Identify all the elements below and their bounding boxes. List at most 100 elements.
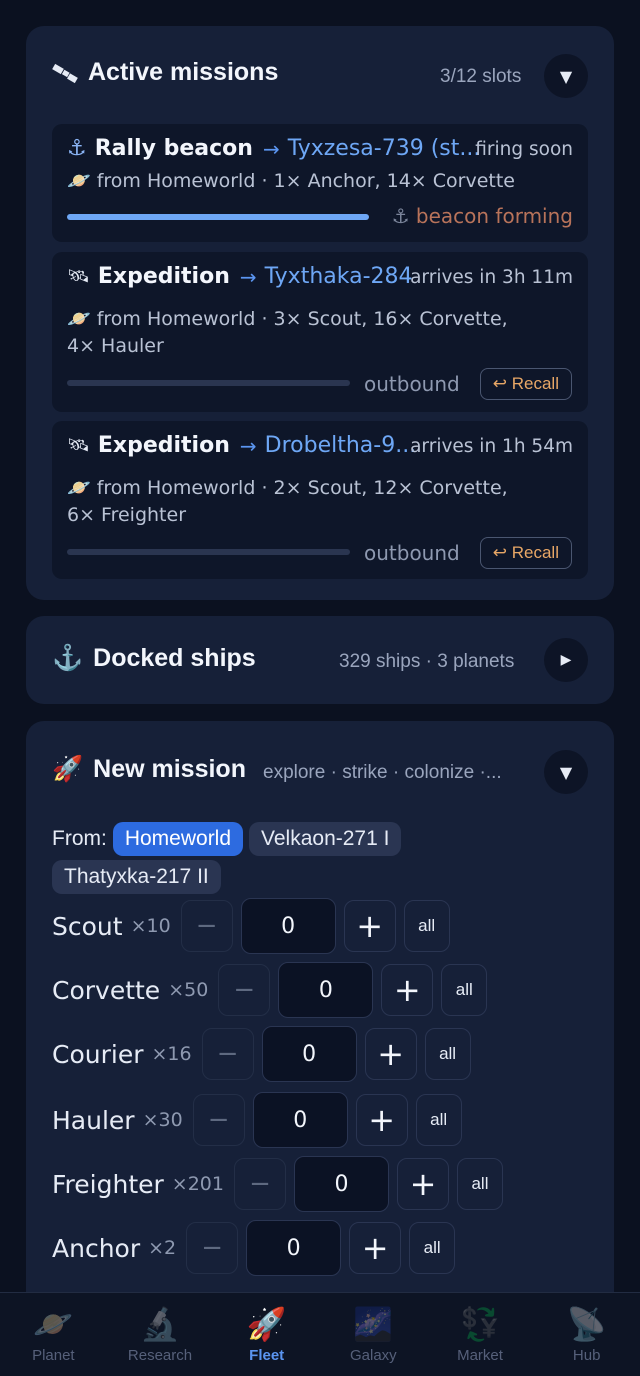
mission-detail: 🪐 from Homeworld · 2× Scout, 12× Corvett…	[67, 475, 538, 529]
rocket-icon: 🚀	[52, 755, 84, 783]
mission-item-expedition[interactable]: 🛰 Expedition → Drobeltha-9... arrives in…	[52, 421, 588, 579]
tab-research[interactable]: 🔬 Research	[107, 1293, 214, 1376]
mission-target-link[interactable]: Tyxzesa-739 (st...	[288, 136, 481, 161]
ship-quantity-input[interactable]: 0	[246, 1220, 342, 1276]
card-title-text: Docked ships	[93, 644, 256, 672]
mission-title: ⚓ Rally beacon → Tyxzesa-739 (st...	[67, 136, 480, 161]
mission-target-link[interactable]: Tyxthaka-284	[265, 264, 413, 289]
mission-detail-text: from Homeworld · 3× Scout, 16× Corvette,…	[67, 308, 508, 357]
decrement-button[interactable]: −	[192, 1094, 245, 1146]
origin-chip-thatyxka[interactable]: Thatyxka-217 II	[52, 860, 221, 894]
docked-ships-card[interactable]: ⚓ Docked ships 329 ships · 3 planets ▶	[26, 616, 614, 704]
ship-quantity-input[interactable]: 0	[261, 1026, 357, 1082]
ship-available-count: ×10	[130, 915, 171, 937]
mission-detail: 🪐 from Homeworld · 1× Anchor, 14× Corvet…	[67, 168, 573, 195]
increment-button[interactable]: +	[343, 900, 396, 952]
ship-name: Hauler	[52, 1105, 135, 1135]
ship-name: Corvette	[52, 975, 161, 1005]
ship-quantity-input[interactable]: 0	[278, 962, 374, 1018]
select-all-button[interactable]: all	[441, 964, 488, 1016]
bottom-tab-bar: 🪐 Planet 🔬 Research 🚀 Fleet 🌌 Galaxy 💱 M…	[0, 1292, 640, 1376]
card-title-text: Active missions	[88, 58, 279, 86]
mission-progress-fill	[67, 214, 369, 220]
arrow-right-icon: →	[262, 136, 280, 161]
satellite-icon: 🛰	[67, 266, 90, 287]
mission-target-link[interactable]: Drobeltha-9...	[265, 433, 417, 458]
ship-quantity-input[interactable]: 0	[252, 1092, 348, 1148]
decrement-button[interactable]: −	[201, 1028, 254, 1080]
tab-planet[interactable]: 🪐 Planet	[0, 1293, 107, 1376]
mission-eta: arrives in 1h 54m	[410, 436, 573, 457]
main-scroll[interactable]: Active missions 3/12 slots ▼ ⚓ Rally bea…	[0, 0, 640, 1292]
increment-button[interactable]: +	[349, 1222, 402, 1274]
new-mission-title[interactable]: 🚀 New mission	[52, 755, 246, 784]
planet-icon: 🪐	[67, 308, 91, 330]
select-all-button[interactable]: all	[409, 1222, 456, 1274]
select-all-button[interactable]: all	[403, 900, 450, 952]
decrement-button[interactable]: −	[186, 1222, 239, 1274]
decrement-button[interactable]: −	[180, 900, 233, 952]
slots-count: 3/12 slots	[440, 66, 522, 87]
collapse-active-missions-button[interactable]: ▼	[544, 54, 588, 98]
mission-status: outbound	[364, 541, 460, 565]
active-missions-card: Active missions 3/12 slots ▼ ⚓ Rally bea…	[26, 26, 614, 600]
ship-available-count: ×2	[148, 1237, 177, 1259]
mission-detail-text: from Homeworld · 2× Scout, 12× Corvette,…	[67, 477, 508, 526]
ship-available-count: ×201	[171, 1173, 224, 1195]
mission-status: outbound	[364, 372, 460, 396]
tab-galaxy[interactable]: 🌌 Galaxy	[320, 1293, 427, 1376]
increment-button[interactable]: +	[381, 964, 434, 1016]
ship-name: Courier	[52, 1039, 144, 1069]
mission-detail-text: from Homeworld · 1× Anchor, 14× Corvette	[96, 170, 515, 192]
card-title-text: New mission	[93, 755, 246, 783]
decrement-button[interactable]: −	[218, 964, 271, 1016]
mission-eta: arrives in 3h 11m	[410, 267, 573, 288]
tab-label: Research	[127, 1347, 193, 1364]
ship-name: Freighter	[52, 1169, 164, 1199]
tab-market[interactable]: 💱 Market	[427, 1293, 534, 1376]
anchor-icon: ⚓	[391, 204, 410, 228]
chevron-down-icon: ▼	[559, 762, 573, 782]
microscope-icon: 🔬	[140, 1305, 180, 1343]
tab-fleet[interactable]: 🚀 Fleet	[213, 1293, 320, 1376]
recall-button[interactable]: ↩ Recall	[479, 368, 572, 400]
tab-label: Fleet	[249, 1347, 285, 1364]
ship-quantity-input[interactable]: 0	[293, 1156, 389, 1212]
origin-selector: From: Homeworld Velkaon-271 I Thatyxka-217 …	[52, 821, 472, 896]
active-missions-title[interactable]: Active missions	[52, 58, 278, 87]
chevron-right-icon: ▶	[560, 652, 572, 668]
planet-icon: 🪐	[67, 477, 91, 499]
select-all-button[interactable]: all	[456, 1158, 503, 1210]
ship-available-count: ×50	[168, 979, 209, 1001]
ship-row-courier: Courier ×16−0 + all	[52, 1026, 471, 1082]
anchor-icon: ⚓	[67, 136, 87, 161]
mission-eta: firing soon	[475, 139, 573, 160]
select-all-button[interactable]: all	[415, 1094, 462, 1146]
increment-button[interactable]: +	[364, 1028, 417, 1080]
planet-icon: 🪐	[33, 1305, 74, 1343]
recall-button[interactable]: ↩ Recall	[479, 537, 572, 569]
mission-item-rally-beacon[interactable]: ⚓ Rally beacon → Tyxzesa-739 (st... firi…	[52, 124, 588, 242]
tab-label: Planet	[32, 1347, 75, 1364]
mission-detail: 🪐 from Homeworld · 3× Scout, 16× Corvett…	[67, 306, 538, 360]
collapse-new-mission-button[interactable]: ▼	[544, 750, 588, 794]
mission-kind: Expedition	[97, 433, 230, 458]
origin-chip-velkaon[interactable]: Velkaon-271 I	[249, 822, 402, 856]
mission-status: ⚓ beacon forming	[392, 204, 573, 228]
decrement-button[interactable]: −	[233, 1158, 286, 1210]
ship-quantity-input[interactable]: 0	[240, 898, 336, 954]
mission-item-expedition[interactable]: 🛰 Expedition → Tyxthaka-284 arrives in 3…	[52, 252, 588, 412]
mission-status-text: beacon forming	[415, 204, 573, 228]
origin-chip-homeworld[interactable]: Homeworld	[112, 822, 244, 856]
arrow-right-icon: →	[239, 264, 257, 289]
select-all-button[interactable]: all	[424, 1028, 471, 1080]
expand-docked-button[interactable]: ▶	[544, 638, 588, 682]
increment-button[interactable]: +	[355, 1094, 408, 1146]
mission-progress-bar	[67, 549, 350, 555]
planet-icon: 🪐	[67, 170, 91, 192]
increment-button[interactable]: +	[396, 1158, 449, 1210]
from-label: From:	[52, 827, 107, 850]
docked-summary: 329 ships · 3 planets	[339, 651, 515, 672]
ship-available-count: ×16	[151, 1043, 192, 1065]
tab-hub[interactable]: 📡 Hub	[533, 1293, 640, 1376]
